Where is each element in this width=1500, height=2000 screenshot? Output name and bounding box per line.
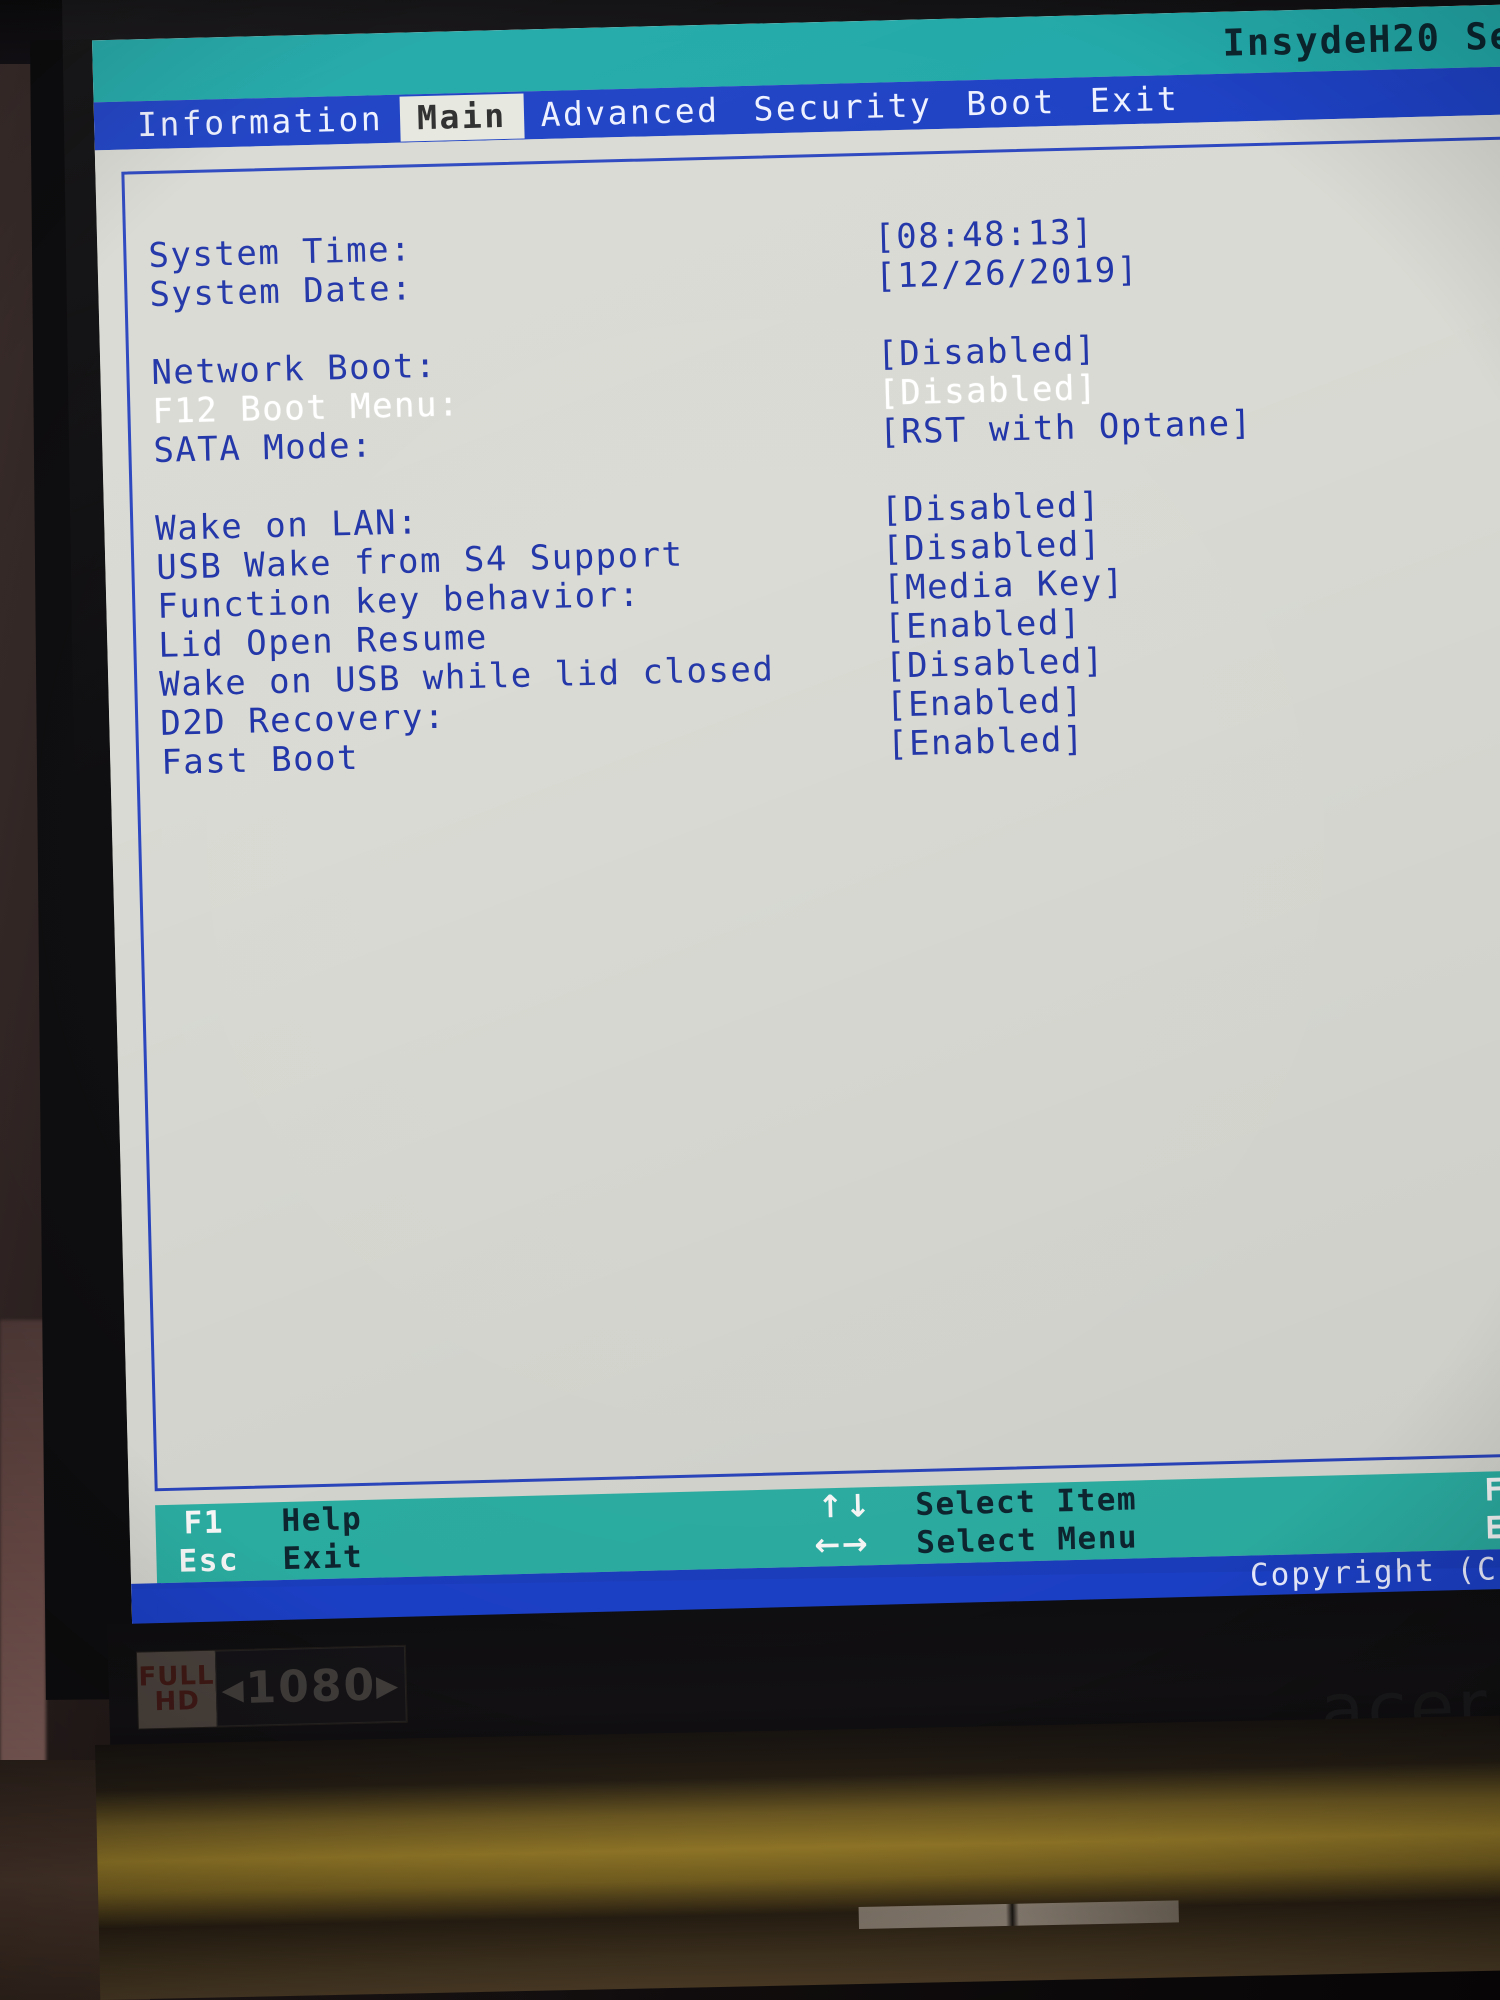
copyright-text: Copyright (C) Ace: [1249, 1549, 1500, 1594]
help-nav-select-menu: Select Menu: [915, 1519, 1139, 1562]
settings-panel: System Time: [08:48:13] System Date: [12…: [121, 135, 1500, 1492]
help-key-f1: F1: [183, 1504, 225, 1542]
setting-value[interactable]: [Disabled]: [877, 329, 1098, 375]
setting-value[interactable]: [Enabled]: [887, 720, 1086, 765]
help-nav-select-item: Select Item: [914, 1481, 1138, 1524]
help-action-help[interactable]: Help: [281, 1501, 363, 1539]
lcd-panel: InsydeH20 Setu Information Main Advanced…: [92, 3, 1500, 1625]
full-hd-sticker-label: FULL HD: [136, 1650, 217, 1729]
tab-exit[interactable]: Exit: [1072, 76, 1197, 124]
full-hd-sticker: FULL HD ◂1080▸: [135, 1644, 408, 1730]
help-action-exit[interactable]: Exit: [282, 1539, 364, 1577]
setting-value[interactable]: [Enabled]: [886, 681, 1085, 726]
laptop-keyboard-deck: [95, 1715, 1500, 2000]
setting-value[interactable]: [Enabled]: [884, 603, 1083, 648]
up-down-arrow-icon: ↑↓: [816, 1488, 873, 1526]
setting-value[interactable]: [08:48:13]: [874, 212, 1095, 258]
help-key-esc: Esc: [178, 1542, 240, 1580]
tab-advanced[interactable]: Advanced: [523, 88, 737, 138]
bios-setup-screen: InsydeH20 Setu Information Main Advanced…: [92, 3, 1500, 1625]
help-key-f5-f6: F5/F6: [1483, 1470, 1500, 1509]
setting-label: Fast Boot: [160, 737, 360, 783]
setting-value[interactable]: [Disabled]: [878, 368, 1099, 414]
photo-scene: InsydeH20 Setu Information Main Advanced…: [0, 0, 1500, 2000]
tab-information[interactable]: Information: [120, 96, 401, 148]
sticker-resolution: ◂1080▸: [214, 1645, 407, 1727]
sticker-line-hd: HD: [154, 1686, 201, 1718]
setting-label: System Date:: [148, 268, 414, 316]
setting-label: SATA Mode:: [152, 425, 374, 471]
laptop-lid: InsydeH20 Setu Information Main Advanced…: [30, 3, 1500, 1800]
setting-value[interactable]: [12/26/2019]: [875, 250, 1140, 297]
keyboard-keys-glint: [858, 1900, 1179, 1930]
setting-value[interactable]: [Disabled]: [882, 524, 1103, 570]
setting-value[interactable]: [Disabled]: [881, 485, 1102, 531]
help-key-enter: Enter: [1484, 1508, 1500, 1547]
tab-main[interactable]: Main: [399, 93, 525, 142]
left-right-arrow-icon: ←→: [813, 1526, 870, 1564]
page-title: InsydeH20 Setu: [1222, 12, 1500, 65]
tab-security[interactable]: Security: [736, 82, 950, 132]
settings-list: System Time: [08:48:13] System Date: [12…: [148, 201, 1500, 783]
setting-value[interactable]: [Disabled]: [885, 641, 1106, 687]
tab-boot[interactable]: Boot: [949, 79, 1074, 127]
